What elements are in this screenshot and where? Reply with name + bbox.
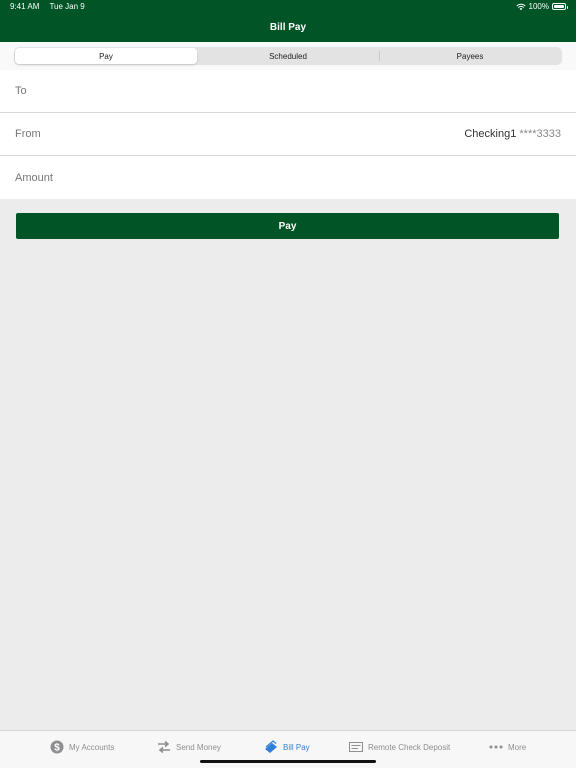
tab-more-label: More [508,742,527,752]
status-bar-right: 100% [515,2,568,11]
wifi-icon [515,3,526,10]
segment-pay[interactable]: Pay [15,48,197,64]
bill-pay-icon [265,740,277,753]
status-bar-left: 9:41 AM Tue Jan 9 [10,2,93,11]
tab-my-accounts[interactable]: $ My Accounts [50,739,114,755]
to-row[interactable]: To [0,70,576,113]
to-label: To [15,85,27,97]
page-title: Bill Pay [269,22,307,33]
tab-bill-pay-label: Bill Pay [283,742,310,752]
home-indicator [200,760,376,763]
pay-button[interactable]: Pay [16,213,559,239]
svg-text:$: $ [54,743,60,754]
from-account-value: Checking1 ****3333 [464,128,561,140]
status-time: 9:41 AM [10,2,40,11]
tab-send-money-label: Send Money [176,742,221,752]
app-header: 9:41 AM Tue Jan 9 100% Bill Pay [0,0,576,42]
segment-payees[interactable]: Payees [379,48,561,64]
from-row[interactable]: From Checking1 ****3333 [0,113,576,156]
amount-label: Amount [15,171,53,184]
tab-remote-check-deposit-label: Remote Check Deposit [368,742,451,752]
from-account-mask: ****3333 [519,128,561,140]
segment-bar: Pay Scheduled Payees [0,42,576,70]
battery-percent: 100% [528,2,549,11]
battery-icon [552,3,568,10]
segment-scheduled[interactable]: Scheduled [197,48,379,64]
tab-send-money[interactable]: Send Money [157,739,221,755]
check-deposit-icon [349,742,363,752]
more-dots-icon [489,745,503,749]
from-label: From [15,128,41,140]
segmented-control: Pay Scheduled Payees [14,47,562,65]
amount-row[interactable]: Amount [0,156,576,199]
dollar-circle-icon: $ [50,740,64,754]
from-account-name: Checking1 [464,128,517,140]
status-date: Tue Jan 9 [49,2,85,11]
transfer-arrows-icon [158,741,170,753]
tab-my-accounts-label: My Accounts [69,742,115,752]
payment-form: To From Checking1 ****3333 Amount [0,70,576,199]
tab-more[interactable]: More [489,739,526,755]
tab-remote-check-deposit[interactable]: Remote Check Deposit [349,739,450,755]
tab-bill-pay[interactable]: Bill Pay [264,739,310,755]
